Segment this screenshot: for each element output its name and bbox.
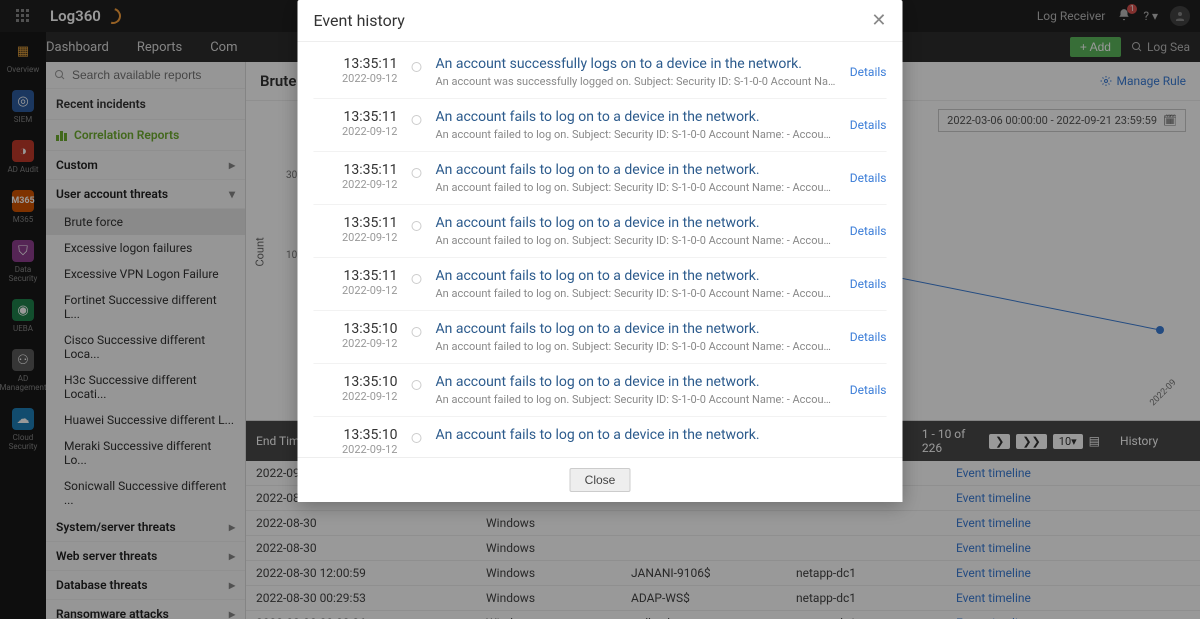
event-row: 13:35:102022-09-12 An account fails to l…: [314, 311, 887, 364]
event-desc: An account failed to log on. Subject: Se…: [436, 234, 836, 247]
event-desc: An account failed to log on. Subject: Se…: [436, 287, 836, 300]
event-body: An account fails to log on to a device i…: [436, 268, 836, 300]
event-title: An account fails to log on to a device i…: [436, 215, 836, 231]
modal-footer: Close: [298, 457, 903, 502]
details-link[interactable]: Details: [850, 277, 887, 291]
event-time: 13:35:112022-09-12: [314, 56, 398, 88]
event-title: An account fails to log on to a device i…: [436, 321, 836, 337]
details-link[interactable]: Details: [850, 118, 887, 132]
details-link[interactable]: Details: [850, 383, 887, 397]
event-body: An account fails to log on to a device i…: [436, 109, 836, 141]
event-history-modal: Event history ✕ 13:35:112022-09-12 An ac…: [298, 0, 903, 502]
event-time: 13:35:112022-09-12: [314, 109, 398, 141]
event-body: An account fails to log on to a device i…: [436, 374, 836, 406]
event-desc: An account failed to log on. Subject: Se…: [436, 128, 836, 141]
event-body: An account fails to log on to a device i…: [436, 215, 836, 247]
event-time: 13:35:102022-09-12: [314, 427, 398, 456]
details-link[interactable]: Details: [850, 330, 887, 344]
event-time: 13:35:112022-09-12: [314, 215, 398, 247]
event-body: An account successfully logs on to a dev…: [436, 56, 836, 88]
event-row: 13:35:112022-09-12 An account fails to l…: [314, 205, 887, 258]
event-desc: An account was successfully logged on. S…: [436, 75, 836, 88]
event-time: 13:35:112022-09-12: [314, 268, 398, 300]
event-desc: An account failed to log on. Subject: Se…: [436, 340, 836, 353]
modal-title: Event history: [314, 11, 405, 30]
timeline-dot-icon: [412, 162, 422, 194]
event-title: An account fails to log on to a device i…: [436, 109, 836, 125]
timeline-dot-icon: [412, 321, 422, 353]
timeline-dot-icon: [412, 109, 422, 141]
event-title: An account fails to log on to a device i…: [436, 374, 836, 390]
details-link[interactable]: Details: [850, 65, 887, 79]
event-title: An account fails to log on to a device i…: [436, 162, 836, 178]
close-button[interactable]: Close: [570, 468, 631, 492]
timeline-dot-icon: [412, 215, 422, 247]
timeline-dot-icon: [412, 56, 422, 88]
event-body: An account fails to log on to a device i…: [436, 321, 836, 353]
event-row: 13:35:112022-09-12 An account successful…: [314, 46, 887, 99]
event-title: An account successfully logs on to a dev…: [436, 56, 836, 72]
details-link[interactable]: Details: [850, 224, 887, 238]
event-time: 13:35:102022-09-12: [314, 374, 398, 406]
event-body: An account fails to log on to a device i…: [436, 427, 887, 456]
timeline-dot-icon: [412, 268, 422, 300]
event-body: An account fails to log on to a device i…: [436, 162, 836, 194]
event-desc: An account failed to log on. Subject: Se…: [436, 393, 836, 406]
timeline-dot-icon: [412, 427, 422, 456]
event-row: 13:35:102022-09-12 An account fails to l…: [314, 417, 887, 457]
close-icon[interactable]: ✕: [871, 10, 886, 31]
modal-body: 13:35:112022-09-12 An account successful…: [298, 42, 903, 457]
event-time: 13:35:102022-09-12: [314, 321, 398, 353]
event-row: 13:35:112022-09-12 An account fails to l…: [314, 152, 887, 205]
details-link[interactable]: Details: [850, 171, 887, 185]
event-title: An account fails to log on to a device i…: [436, 268, 836, 284]
event-time: 13:35:112022-09-12: [314, 162, 398, 194]
event-title: An account fails to log on to a device i…: [436, 427, 887, 443]
timeline-dot-icon: [412, 374, 422, 406]
modal-header: Event history ✕: [298, 0, 903, 42]
event-row: 13:35:112022-09-12 An account fails to l…: [314, 99, 887, 152]
event-row: 13:35:112022-09-12 An account fails to l…: [314, 258, 887, 311]
event-desc: An account failed to log on. Subject: Se…: [436, 181, 836, 194]
event-row: 13:35:102022-09-12 An account fails to l…: [314, 364, 887, 417]
